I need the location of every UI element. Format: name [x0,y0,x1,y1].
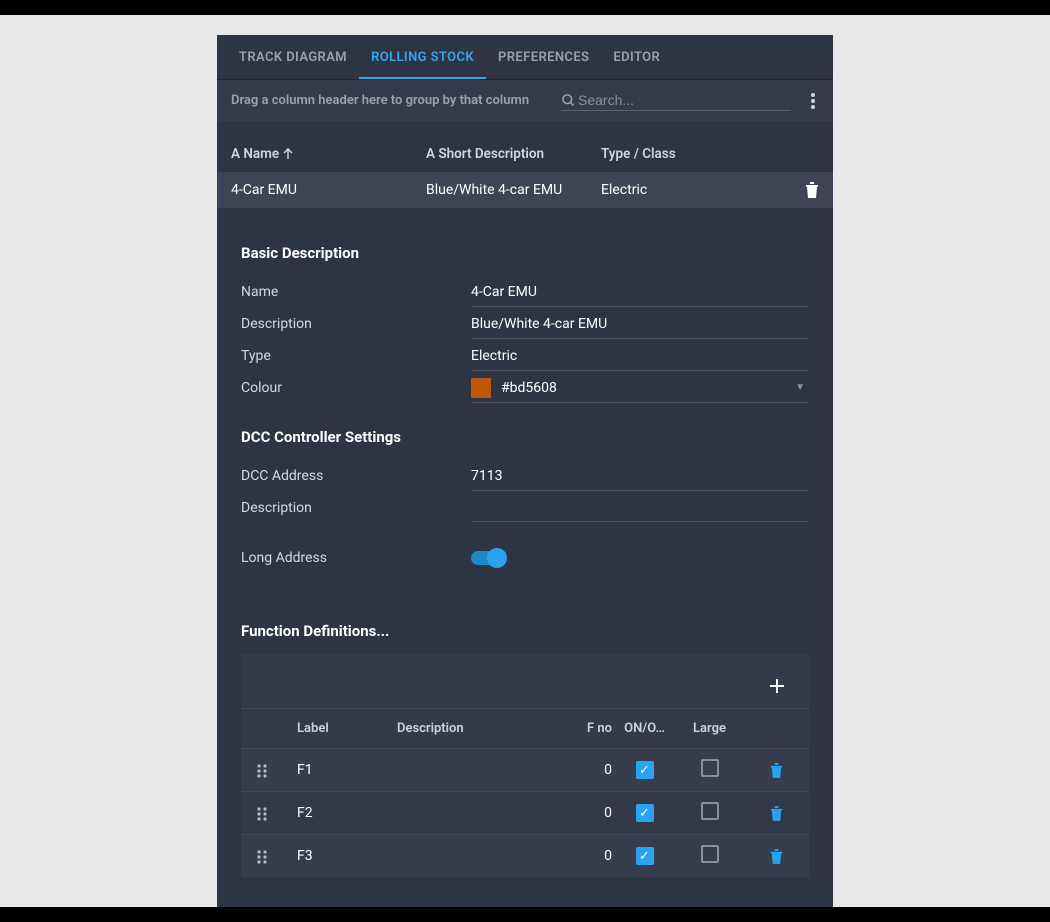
column-headers: A Name A Short Description Type / Class [217,121,833,172]
label-type: Type [241,348,471,364]
search-input[interactable] [578,92,791,108]
func-onoff-checkbox[interactable] [636,847,654,865]
column-header-name[interactable]: A Name [231,146,426,162]
dropdown-caret-icon: ▼ [795,382,805,393]
field-dcc-address[interactable]: 7113 [471,462,809,491]
func-header-onoff[interactable]: ON/O… [612,721,677,736]
column-header-desc[interactable]: A Short Description [426,146,601,162]
tab-rolling-stock[interactable]: ROLLING STOCK [359,35,486,79]
func-fno: 0 [557,848,612,864]
column-header-type[interactable]: Type / Class [601,146,741,162]
func-onoff-checkbox[interactable] [636,761,654,779]
label-description: Description [241,316,471,332]
func-large-checkbox[interactable] [701,845,719,863]
func-onoff-checkbox[interactable] [636,804,654,822]
label-long-address: Long Address [241,550,471,566]
app-panel: TRACK DIAGRAM ROLLING STOCK PREFERENCES … [217,35,833,907]
function-row: F1 0 [241,748,809,791]
func-large-checkbox[interactable] [701,759,719,777]
drag-handle-icon[interactable] [257,848,267,864]
func-header-fno[interactable]: F no [557,721,612,736]
field-dcc-description[interactable] [471,495,809,522]
section-func-title: Function Definitions... [241,622,809,640]
detail-panel: Basic Description Name 4-Car EMU Descrip… [217,208,833,907]
function-table: Label Description F no ON/O… Large F10F2… [241,654,809,877]
func-label: F3 [297,848,397,864]
delete-function-icon[interactable] [770,805,783,821]
search-field[interactable] [561,90,791,111]
kebab-menu-icon[interactable] [807,90,819,111]
toggle-long-address[interactable] [471,551,503,565]
colour-swatch [471,378,491,398]
column-header-name-label: A Name [231,146,279,162]
function-row: F2 0 [241,791,809,834]
drag-handle-icon[interactable] [257,805,267,821]
func-fno: 0 [557,762,612,778]
function-row: F3 0 [241,834,809,877]
delete-row-icon[interactable] [805,182,819,198]
row-type: Electric [601,182,741,198]
tab-preferences[interactable]: PREFERENCES [486,35,601,79]
colour-hex: #bd5608 [501,380,557,396]
row-name: 4-Car EMU [231,182,426,198]
field-description[interactable]: Blue/White 4-car EMU [471,310,809,339]
label-name: Name [241,284,471,300]
row-desc: Blue/White 4-car EMU [426,182,601,198]
toggle-knob [487,548,507,568]
label-dcc-description: Description [241,500,471,516]
func-fno: 0 [557,805,612,821]
func-header-desc[interactable]: Description [397,721,557,736]
sort-asc-icon [283,146,293,162]
drag-handle-icon[interactable] [257,762,267,778]
field-name[interactable]: 4-Car EMU [471,278,809,307]
func-label: F1 [297,762,397,778]
tab-editor[interactable]: EDITOR [601,35,672,79]
field-type[interactable]: Electric [471,342,809,371]
tab-track-diagram[interactable]: TRACK DIAGRAM [227,35,359,79]
func-header-large[interactable]: Large [677,721,742,736]
delete-function-icon[interactable] [770,762,783,778]
func-header-label[interactable]: Label [297,721,397,736]
group-bar: Drag a column header here to group by th… [217,80,833,121]
section-dcc-title: DCC Controller Settings [241,428,809,446]
func-large-checkbox[interactable] [701,802,719,820]
label-colour: Colour [241,380,471,396]
table-row[interactable]: 4-Car EMU Blue/White 4-car EMU Electric [217,172,833,208]
section-basic-title: Basic Description [241,244,809,262]
tab-bar: TRACK DIAGRAM ROLLING STOCK PREFERENCES … [217,35,833,80]
add-function-icon[interactable] [769,672,785,696]
search-icon [561,92,576,108]
delete-function-icon[interactable] [770,848,783,864]
func-label: F2 [297,805,397,821]
group-hint: Drag a column header here to group by th… [231,93,545,108]
function-headers: Label Description F no ON/O… Large [241,708,809,748]
label-dcc-address: DCC Address [241,468,471,484]
field-colour[interactable]: #bd5608 ▼ [471,374,809,403]
